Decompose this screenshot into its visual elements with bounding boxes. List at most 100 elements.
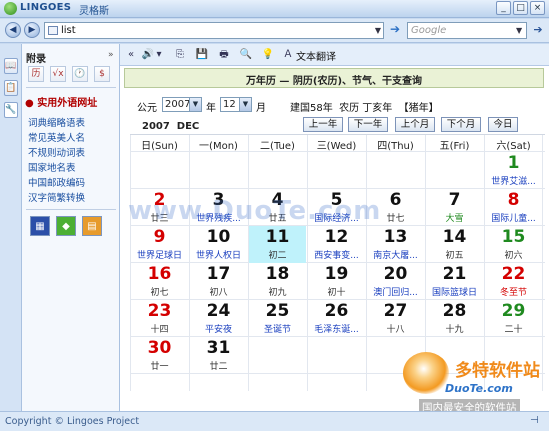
search-go-icon[interactable]: ➔ <box>531 23 545 37</box>
day-number: 17 <box>206 264 231 284</box>
print-icon[interactable]: 🖶 <box>216 47 232 62</box>
watermark-logo-icon <box>403 352 449 394</box>
address-input[interactable]: list ▼ <box>44 22 384 39</box>
prev-year-button[interactable]: 上一年 <box>303 117 343 132</box>
google-search-input[interactable]: Google ▼ <box>407 22 527 39</box>
day-cell[interactable]: 16 初七 <box>131 263 188 300</box>
link-english-names[interactable]: 常见英美人名 <box>28 130 85 144</box>
current-month-label: 2007 DEC <box>142 121 200 132</box>
link-place-names[interactable]: 国家地名表 <box>28 160 76 174</box>
content-toolbar: « 🔊 ▾ ⎘ 💾 🖶 🔍 💡 Ａ 文本翻译 <box>120 44 549 66</box>
day-number: 26 <box>324 301 349 321</box>
year-dropdown-icon[interactable]: ▼ <box>189 98 201 111</box>
find-icon[interactable]: 🔍 <box>238 47 254 62</box>
year-suffix-label: 年 <box>206 103 216 114</box>
grid-game-icon[interactable]: ▦ <box>30 216 50 236</box>
link-abbreviations[interactable]: 词典缩略语表 <box>28 115 85 129</box>
translate-button-label[interactable]: 文本翻译 <box>296 48 336 63</box>
go-arrow-icon[interactable]: ➔ <box>388 23 402 37</box>
next-year-button[interactable]: 下一年 <box>348 117 388 132</box>
calendar-header: 万年历 — 阴历(农历)、节气、干支查询 <box>124 68 544 88</box>
next-month-button[interactable]: 下个月 <box>441 117 481 132</box>
close-button[interactable]: × <box>530 1 545 15</box>
day-number: 24 <box>206 301 231 321</box>
back-arrow-icon[interactable]: ◀ <box>5 22 21 38</box>
day-number: 7 <box>448 190 461 210</box>
minimize-button[interactable]: _ <box>496 1 511 15</box>
tip-icon[interactable]: 💡 <box>260 47 276 62</box>
day-cell[interactable]: 28 十九 <box>426 300 483 337</box>
day-cell[interactable]: 25 圣诞节 <box>249 300 306 337</box>
translate-icon[interactable]: Ａ <box>280 47 296 62</box>
day-cell[interactable]: 9 世界足球日 <box>131 226 188 263</box>
copy-icon[interactable]: ⎘ <box>172 47 188 62</box>
dictionary-tab-icon[interactable]: 📖 <box>4 58 18 74</box>
active-link-useful-urls[interactable]: ● 实用外语网址 <box>25 94 97 109</box>
calculator-tool-icon[interactable]: √x <box>50 66 66 82</box>
speaker-dropdown-icon[interactable]: ▾ <box>154 47 164 62</box>
search-dropdown-icon[interactable]: ▼ <box>516 23 522 38</box>
lunar-or-festival-label: 二十 <box>504 325 523 335</box>
day-cell[interactable]: 22 冬至节 <box>485 263 542 300</box>
day-cell[interactable]: 14 初五 <box>426 226 483 263</box>
day-cell[interactable]: 12 西安事变... <box>308 226 365 263</box>
day-number: 28 <box>442 301 467 321</box>
day-cell[interactable]: 21 国际篮球日 <box>426 263 483 300</box>
day-number: 20 <box>383 264 408 284</box>
weekday-header: 日(Sun) <box>141 141 178 152</box>
lunar-or-festival-label: 廿一 <box>150 362 169 372</box>
day-cell[interactable]: 29 二十 <box>485 300 542 337</box>
link-postal-codes[interactable]: 中国邮政编码 <box>28 175 85 189</box>
day-cell[interactable]: 26 毛泽东诞... <box>308 300 365 337</box>
calendar-title: 万年历 — 阴历(农历)、节气、干支查询 <box>245 76 423 87</box>
appendix-panel: 附录 » 历 √x 🕐 $ ● 实用外语网址 词典缩略语表 常见英美人名 不规则… <box>22 44 120 411</box>
lunar-or-festival-label: 初五 <box>445 251 464 261</box>
side-tab-strip: 📖 📋 🔧 <box>0 44 22 411</box>
maximize-button[interactable]: □ <box>513 1 528 15</box>
day-cell[interactable]: 20 澳门回归... <box>367 263 424 300</box>
day-cell[interactable]: 24 平安夜 <box>190 300 247 337</box>
lunar-or-festival-label: 十八 <box>386 325 405 335</box>
day-cell[interactable]: 17 初八 <box>190 263 247 300</box>
day-cell[interactable]: 8 国际儿童... <box>485 189 542 226</box>
notes-tab-icon[interactable]: 📋 <box>4 80 18 96</box>
weekday-header: 一(Mon) <box>199 141 238 152</box>
link-irregular-verbs[interactable]: 不规则动词表 <box>28 145 85 159</box>
save-icon[interactable]: 💾 <box>194 47 210 62</box>
day-cell[interactable]: 31 廿二 <box>190 337 247 374</box>
address-dropdown-icon[interactable]: ▼ <box>372 23 384 38</box>
day-cell[interactable]: 10 世界人权日 <box>190 226 247 263</box>
month-select[interactable]: 12 ▼ <box>220 97 252 112</box>
divider <box>26 87 116 88</box>
prev-month-button[interactable]: 上个月 <box>395 117 435 132</box>
day-cell[interactable]: 27 十八 <box>367 300 424 337</box>
year-select[interactable]: 2007 ▼ <box>162 97 202 112</box>
today-button[interactable]: 今日 <box>488 117 518 132</box>
day-cell[interactable]: 7 大雪 <box>426 189 483 226</box>
day-cell[interactable]: 23 十四 <box>131 300 188 337</box>
day-cell[interactable]: 30 廿一 <box>131 337 188 374</box>
pin-icon[interactable]: ⊣ <box>530 415 539 426</box>
forward-arrow-icon[interactable]: ▶ <box>24 22 40 38</box>
book-app-icon[interactable]: ▤ <box>82 216 102 236</box>
clock-tool-icon[interactable]: 🕐 <box>72 66 88 82</box>
day-cell[interactable]: 15 初六 <box>485 226 542 263</box>
day-cell[interactable]: 19 初十 <box>308 263 365 300</box>
calendar-tool-icon[interactable]: 历 <box>28 66 44 82</box>
green-app-icon[interactable]: ◆ <box>56 216 76 236</box>
link-simplified-traditional[interactable]: 汉字简繁转换 <box>28 190 85 204</box>
today-cell[interactable]: 11 初二 <box>249 226 306 263</box>
page-icon <box>48 26 58 35</box>
day-cell[interactable]: 18 初九 <box>249 263 306 300</box>
lunar-or-festival-label: 南京大屠... <box>373 251 418 261</box>
day-cell[interactable]: 1 世界艾滋... <box>485 152 542 189</box>
panel-collapse-icon[interactable]: » <box>108 50 114 60</box>
watermark-brand: 多特软件站 <box>455 361 540 381</box>
month-dropdown-icon[interactable]: ▼ <box>239 98 251 111</box>
lunar-or-festival-label: 初八 <box>209 288 228 298</box>
lunar-or-festival-label: 初十 <box>327 288 346 298</box>
day-cell[interactable]: 13 南京大屠... <box>367 226 424 263</box>
appendix-tab-icon[interactable]: 🔧 <box>4 102 18 118</box>
collapse-left-icon[interactable]: « <box>123 47 139 62</box>
currency-tool-icon[interactable]: $ <box>94 66 110 82</box>
